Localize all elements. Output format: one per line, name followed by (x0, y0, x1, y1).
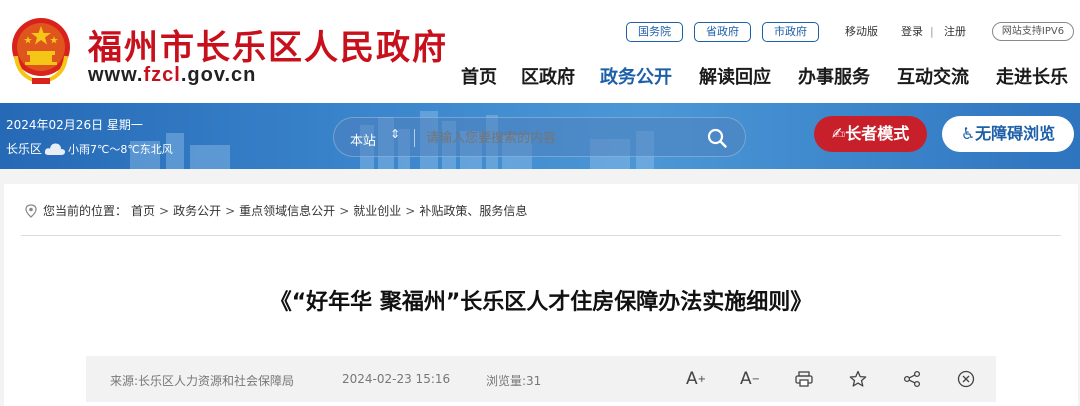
breadcrumb-separator: > (405, 203, 416, 218)
link-city-gov[interactable]: 市政府 (762, 22, 819, 42)
breadcrumb-separator: > (339, 203, 350, 218)
login-link[interactable]: 登录 (901, 24, 923, 40)
close-icon[interactable] (954, 367, 978, 391)
weather-text: 小雨7℃～8℃东北风 (68, 142, 173, 156)
wheelchair-icon: ♿ (960, 124, 976, 143)
elder-icon: ✍ (831, 124, 846, 143)
nav-about[interactable]: 走进长乐 (996, 63, 1068, 89)
nav-gov-affairs[interactable]: 政务公开 (600, 63, 672, 89)
accessibility-button[interactable]: ♿无障碍浏览 (942, 116, 1074, 152)
article-date: 2024-02-23 15:16 (342, 372, 451, 386)
national-emblem-icon (12, 18, 70, 85)
cloud-icon (44, 142, 66, 155)
search-divider (414, 129, 415, 147)
search-box: 本站 ⇕ (333, 117, 746, 157)
breadcrumb-separator: > (225, 203, 236, 218)
site-name: 福州市长乐区人民政府 (88, 28, 448, 68)
weather-info: 长乐区 小雨7℃～8℃东北风 (6, 140, 173, 157)
breadcrumb-separator: > (159, 203, 170, 218)
site-domain: www.fzcl.gov.cn (88, 64, 257, 86)
breadcrumb-subsidy[interactable]: 补贴政策、服务信息 (419, 202, 527, 219)
breadcrumb-home[interactable]: 首页 (131, 202, 155, 219)
article-views: 浏览量:31 (486, 374, 542, 388)
current-date: 2024年02月26日 星期一 (6, 118, 143, 132)
breadcrumb-prefix: 您当前的位置： (43, 204, 128, 218)
breadcrumb-key-info[interactable]: 重点领域信息公开 (239, 202, 335, 219)
nav-interpretation[interactable]: 解读回应 (699, 63, 771, 89)
nav-district-gov[interactable]: 区政府 (521, 63, 575, 89)
print-icon[interactable] (792, 367, 816, 391)
mobile-version-link[interactable]: 移动版 (845, 24, 878, 40)
location-pin-icon (25, 203, 37, 218)
breadcrumb-gov-affairs[interactable]: 政务公开 (173, 202, 221, 219)
register-link[interactable]: 注册 (944, 24, 966, 40)
star-favorite-icon[interactable] (846, 367, 870, 391)
breadcrumb: 您当前的位置： 首页 > 政务公开 > 重点领域信息公开 > 就业创业 > 补贴… (25, 202, 527, 219)
ipv6-badge: 网站支持IPV6 (992, 22, 1074, 41)
site-header: 福州市长乐区人民政府 www.fzcl.gov.cn 国务院 省政府 市政府 移… (0, 0, 1080, 103)
article-source: 来源:长乐区人力资源和社会保障局 (110, 374, 295, 388)
breadcrumb-divider (21, 235, 1061, 236)
search-icon[interactable] (706, 127, 728, 149)
article-title: 《“好年华 聚福州”长乐区人才住房保障办法实施细则》 (269, 290, 813, 315)
font-increase-icon[interactable]: A + (684, 367, 708, 391)
search-scope-select[interactable]: 本站 (350, 130, 376, 149)
top-separator: | (930, 25, 934, 38)
share-icon[interactable] (900, 367, 924, 391)
article-panel: 您当前的位置： 首页 > 政务公开 > 重点领域信息公开 > 就业创业 > 补贴… (4, 184, 1078, 406)
search-input[interactable] (426, 130, 686, 145)
updown-arrow-icon[interactable]: ⇕ (390, 127, 400, 141)
elder-mode-label: 长者模式 (845, 124, 910, 143)
elder-mode-button[interactable]: ✍长者模式 (814, 116, 927, 152)
accessibility-label: 无障碍浏览 (975, 124, 1056, 143)
link-provincial-gov[interactable]: 省政府 (694, 22, 751, 42)
article-meta-bar: 来源:长乐区人力资源和社会保障局 2024-02-23 15:16 浏览量:31… (86, 356, 996, 402)
nav-home[interactable]: 首页 (461, 63, 497, 89)
font-decrease-icon[interactable]: A − (738, 367, 762, 391)
link-state-council[interactable]: 国务院 (626, 22, 683, 42)
nav-services[interactable]: 办事服务 (798, 63, 870, 89)
location-label: 长乐区 (6, 142, 43, 156)
breadcrumb-employment[interactable]: 就业创业 (353, 202, 401, 219)
nav-interaction[interactable]: 互动交流 (897, 63, 969, 89)
